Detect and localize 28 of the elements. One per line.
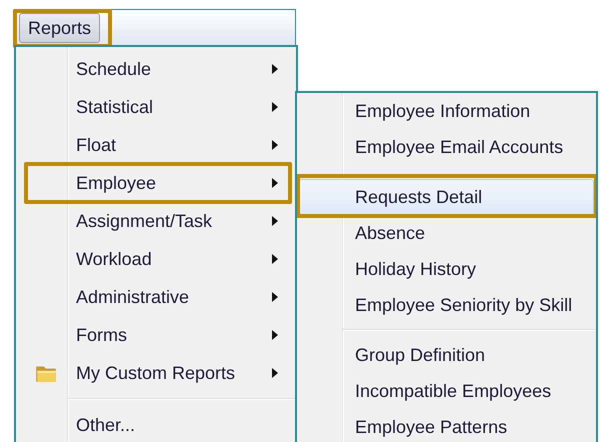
- menu-item[interactable]: Absence: [299, 215, 594, 251]
- menu-item[interactable]: Other...: [16, 406, 296, 442]
- menu-item[interactable]: Holiday History: [299, 251, 594, 287]
- menu-item[interactable]: Incompatible Employees: [299, 373, 594, 409]
- reports-menu[interactable]: Reports: [19, 12, 100, 42]
- menu-item[interactable]: Employee: [16, 164, 296, 202]
- submenu-arrow-icon: [272, 64, 278, 74]
- menu-item[interactable]: Employee Patterns: [299, 409, 594, 442]
- submenu-arrow-icon: [272, 254, 278, 264]
- menu-item[interactable]: Employee Information: [299, 93, 594, 129]
- menu-item[interactable]: Group Definition: [299, 337, 594, 373]
- menu-item[interactable]: Employee Seniority by Skill: [299, 287, 594, 323]
- menu-item[interactable]: Statistical: [16, 88, 296, 126]
- submenu-arrow-icon: [272, 368, 278, 378]
- menu-item[interactable]: Employee Email Accounts: [299, 129, 594, 165]
- menu-item[interactable]: Workload: [16, 240, 296, 278]
- submenu-arrow-icon: [272, 330, 278, 340]
- submenu-arrow-icon: [272, 178, 278, 188]
- menu-item[interactable]: Float: [16, 126, 296, 164]
- submenu-arrow-icon: [272, 140, 278, 150]
- menu-item[interactable]: Assignment/Task: [16, 202, 296, 240]
- submenu-arrow-icon: [272, 216, 278, 226]
- menu-item[interactable]: Forms: [16, 316, 296, 354]
- menu-item[interactable]: My Custom Reports: [16, 354, 296, 392]
- menu-item[interactable]: Schedule: [16, 50, 296, 88]
- menu-item[interactable]: Administrative: [16, 278, 296, 316]
- submenu-arrow-icon: [272, 102, 278, 112]
- submenu-arrow-icon: [272, 292, 278, 302]
